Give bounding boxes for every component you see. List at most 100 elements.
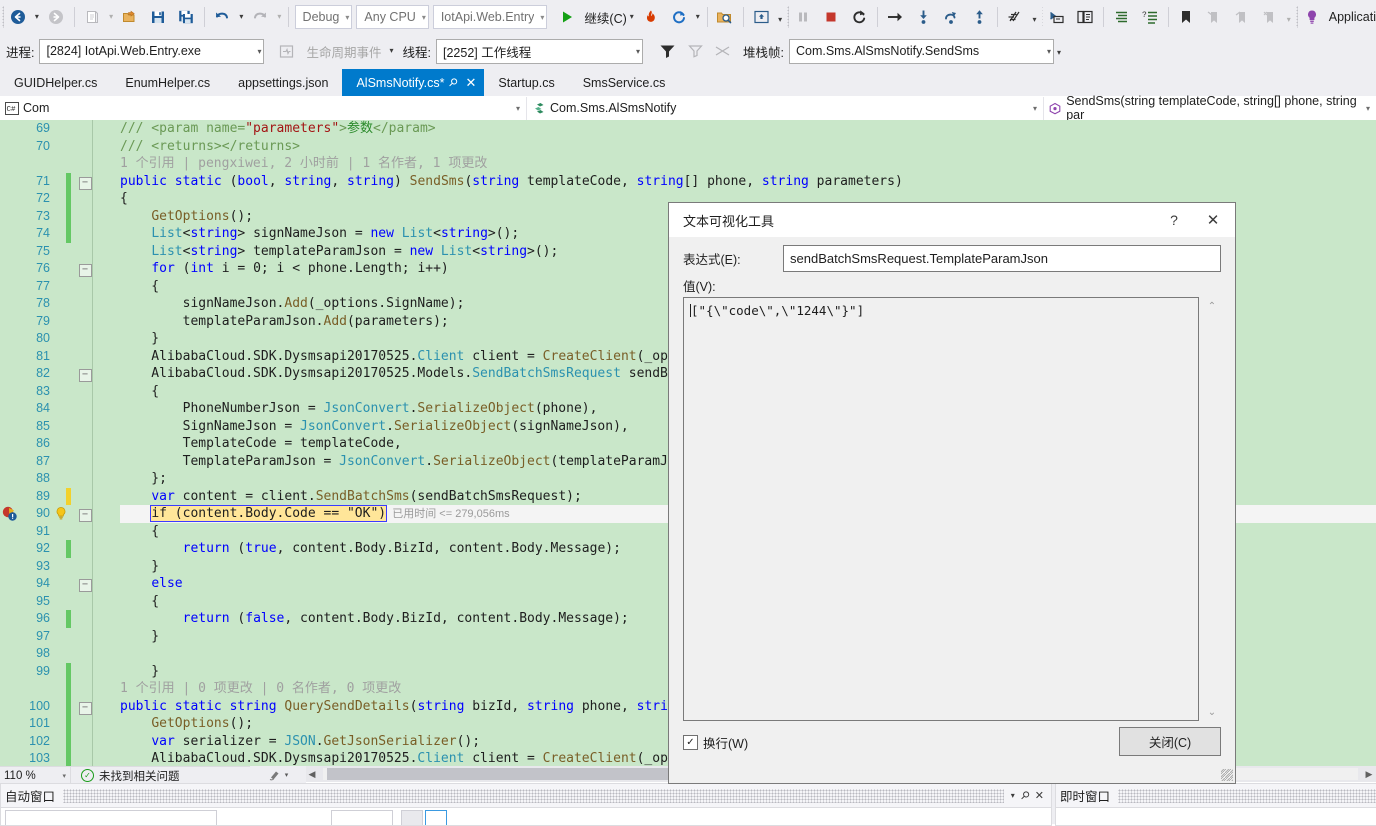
filter-icon[interactable] xyxy=(653,39,681,63)
help-icon[interactable]: ? xyxy=(1157,212,1191,228)
new-item-button[interactable] xyxy=(78,5,106,29)
stackframe-combo[interactable]: Com.Sms.AlSmsNotify.SendSms ▾ xyxy=(789,39,1054,64)
platform-combo[interactable]: Any CPU ▾ xyxy=(356,5,428,29)
step-out-icon[interactable] xyxy=(965,5,993,29)
step-into-specific-icon[interactable] xyxy=(747,5,775,29)
save-button[interactable] xyxy=(144,5,172,29)
step-over-icon[interactable] xyxy=(937,5,965,29)
hot-reload-icon[interactable] xyxy=(637,5,665,29)
code-line[interactable]: 69/// <param name="parameters">参数</param… xyxy=(0,120,1376,138)
navbar-project-combo[interactable]: C# Com ▾ xyxy=(0,97,527,120)
no-flag-icon[interactable] xyxy=(681,39,709,63)
outlining-collapse-toggle[interactable]: − xyxy=(78,365,92,383)
threads-icon[interactable] xyxy=(1001,5,1029,29)
save-all-button[interactable] xyxy=(172,5,200,29)
navigate-backward-button[interactable] xyxy=(4,5,32,29)
pin-icon[interactable]: ⚲ xyxy=(1017,788,1032,803)
code-line[interactable]: 71−public static (bool, string, string) … xyxy=(0,173,1376,191)
document-tab[interactable]: Startup.cs xyxy=(484,69,568,96)
value-textarea[interactable]: ["{\"code\",\"1244\"}"] xyxy=(683,297,1199,721)
continue-button[interactable] xyxy=(549,5,581,29)
sel-icon-1[interactable] xyxy=(1043,5,1071,29)
zoom-level-combo[interactable]: 110 % ▾ xyxy=(0,767,71,784)
close-icon[interactable]: ✕ xyxy=(1035,789,1044,802)
toolbar-grip[interactable] xyxy=(2,6,4,28)
code-line[interactable]: 70/// <returns></returns> xyxy=(0,138,1376,156)
redo-button[interactable] xyxy=(246,5,274,29)
wrap-checkbox-row[interactable]: ✓ 换行(W) xyxy=(683,733,748,752)
chevron-down-icon[interactable]: ▾ xyxy=(285,771,289,779)
expression-input[interactable]: sendBatchSmsRequest.TemplateParamJson xyxy=(783,245,1221,272)
threads-dropdown[interactable]: ▾ xyxy=(1029,8,1039,34)
scroll-left-arrow[interactable]: ◀ xyxy=(305,767,319,781)
bookmark-icon[interactable] xyxy=(1172,5,1200,29)
pin-icon[interactable]: ⚲ xyxy=(446,75,461,90)
immediate-window-drag-dots[interactable] xyxy=(1118,789,1376,803)
dialog-title-bar[interactable]: 文本可视化工具 ? ✕ xyxy=(669,203,1235,237)
bookmark-dropdown[interactable]: ▾ xyxy=(1284,8,1294,34)
code-line[interactable]: 1 个引用 | pengxiwei, 2 小时前 | 1 名作者, 1 项更改 xyxy=(0,155,1376,173)
restart-app-icon[interactable] xyxy=(665,5,693,29)
document-tab[interactable]: EnumHelper.cs xyxy=(111,69,224,96)
autos-window-body[interactable] xyxy=(1,807,1051,825)
debug-config-combo[interactable]: Debug ▾ xyxy=(295,5,353,29)
chevron-down-icon[interactable]: ▾ xyxy=(1011,791,1015,800)
toolbar-grip[interactable] xyxy=(787,6,789,28)
new-item-dropdown[interactable]: ▾ xyxy=(106,5,116,29)
toolbar-grip[interactable] xyxy=(1042,6,1044,28)
bookmark-next-icon[interactable] xyxy=(1228,5,1256,29)
navigate-backward-dropdown[interactable]: ▾ xyxy=(32,5,42,29)
immediate-window-body[interactable] xyxy=(1056,807,1376,825)
app-insights-icon[interactable] xyxy=(1298,5,1326,29)
close-icon[interactable]: ✕ xyxy=(1191,211,1235,229)
navbar-member-combo[interactable]: SendSms(string templateCode, string[] ph… xyxy=(1044,97,1376,120)
lifecycle-events-label[interactable]: 生命周期事件 xyxy=(300,42,386,61)
step-into-specific-dropdown[interactable]: ▾ xyxy=(775,8,785,34)
thread-combo[interactable]: [2252] 工作线程 ▾ xyxy=(436,39,643,64)
step-into-icon[interactable] xyxy=(909,5,937,29)
document-tab[interactable]: SmsService.cs xyxy=(569,69,680,96)
close-icon[interactable]: ✕ xyxy=(463,75,480,91)
open-file-button[interactable] xyxy=(116,5,144,29)
flag-icon[interactable] xyxy=(709,39,737,63)
redo-dropdown[interactable]: ▾ xyxy=(274,5,284,29)
document-tab[interactable]: appsettings.json xyxy=(224,69,342,96)
autos-cell-value[interactable] xyxy=(331,810,393,825)
outlining-collapse-toggle[interactable]: − xyxy=(78,505,92,523)
toolbar-grip[interactable] xyxy=(1296,6,1298,28)
close-button[interactable]: 关闭(C) xyxy=(1119,727,1221,756)
resize-grip[interactable] xyxy=(1221,769,1233,781)
pause-icon[interactable] xyxy=(789,5,817,29)
list-icon-2[interactable]: ? xyxy=(1136,5,1164,29)
sel-icon-2[interactable] xyxy=(1071,5,1099,29)
navbar-type-combo[interactable]: Com.Sms.AlSmsNotify ▾ xyxy=(527,97,1044,120)
scroll-right-arrow[interactable]: ▶ xyxy=(1362,767,1376,781)
value-vertical-scrollbar[interactable]: ⌃ ⌄ xyxy=(1203,297,1221,721)
codelens-annotation[interactable]: 1 个引用 | pengxiwei, 2 小时前 | 1 名作者, 1 项更改 xyxy=(120,155,487,173)
wrap-checkbox[interactable]: ✓ xyxy=(683,735,698,750)
scroll-down-arrow[interactable]: ⌄ xyxy=(1203,703,1221,721)
bookmark-clear-icon[interactable] xyxy=(1256,5,1284,29)
lifecycle-events-dropdown[interactable]: ▾ xyxy=(387,39,397,63)
lightbulb-icon[interactable] xyxy=(54,506,68,521)
continue-dropdown[interactable]: ▾ xyxy=(627,5,637,29)
autos-cell-name[interactable] xyxy=(5,810,217,825)
scroll-up-arrow[interactable]: ⌃ xyxy=(1203,297,1221,315)
text-visualizer-dialog[interactable]: 文本可视化工具 ? ✕ 表达式(E): sendBatchSmsRequest.… xyxy=(668,202,1236,784)
continue-label[interactable]: 继续(C) xyxy=(581,8,626,27)
find-in-files-icon[interactable] xyxy=(711,5,739,29)
stackframe-overflow[interactable]: ▾ xyxy=(1054,41,1064,68)
process-combo[interactable]: [2824] IotApi.Web.Entry.exe ▾ xyxy=(39,39,264,64)
bookmark-prev-icon[interactable] xyxy=(1200,5,1228,29)
restart-app-dropdown[interactable]: ▾ xyxy=(693,5,703,29)
stop-icon[interactable] xyxy=(817,5,845,29)
outlining-collapse-toggle[interactable]: − xyxy=(78,698,92,716)
autos-cell-toggle[interactable] xyxy=(401,810,423,825)
outlining-collapse-toggle[interactable]: − xyxy=(78,173,92,191)
outlining-collapse-toggle[interactable]: − xyxy=(78,260,92,278)
autos-cell-magnifier[interactable] xyxy=(425,810,447,825)
undo-button[interactable] xyxy=(208,5,236,29)
autos-window-drag-dots[interactable] xyxy=(63,789,1004,803)
restart-debug-icon[interactable] xyxy=(845,5,873,29)
lifecycle-events-icon[interactable] xyxy=(272,39,300,63)
